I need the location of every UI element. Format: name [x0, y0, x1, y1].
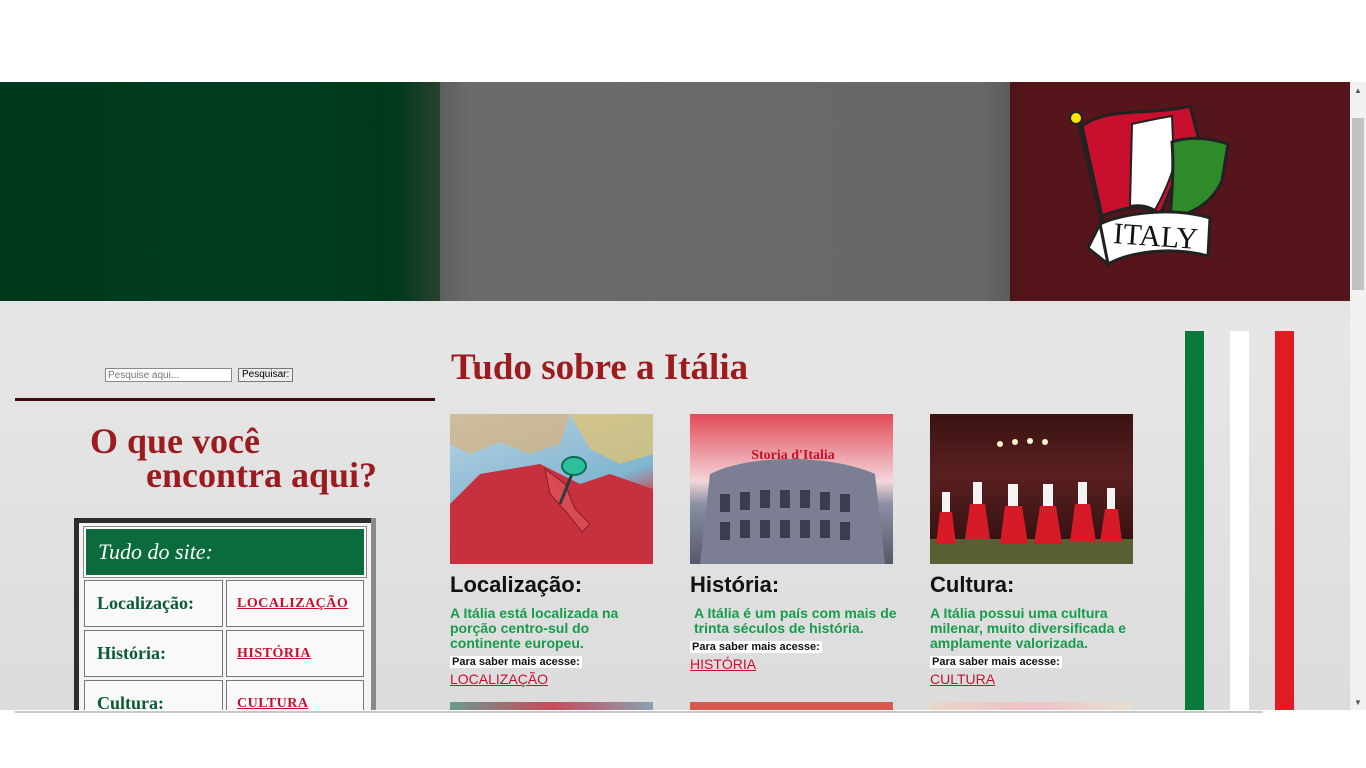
site-index-title: Tudo do site: — [83, 526, 367, 578]
card-description: A Itália possui uma cultura milenar, mui… — [930, 605, 1127, 651]
flag-stripe-green — [1185, 331, 1204, 710]
row-label-localizacao: Localização: — [84, 580, 223, 627]
card-description: A Itália é um país com mais de trinta sé… — [694, 605, 897, 636]
page-viewport: ITALY Pesquisar: O que você encontra aqu… — [0, 82, 1350, 710]
sidebar-heading: O que você encontra aqui? — [90, 423, 378, 495]
card-title: Localização: — [450, 572, 583, 597]
card-title: História: — [690, 572, 780, 597]
search-button[interactable]: Pesquisar: — [238, 368, 294, 382]
banner-gray-panel — [440, 82, 1010, 301]
dancers-image[interactable] — [930, 414, 1133, 564]
scroll-thumb[interactable] — [1352, 118, 1364, 290]
colosseum-image[interactable]: Storia d'Italia — [690, 414, 893, 564]
vertical-scrollbar[interactable]: ▲ ▼ — [1350, 82, 1366, 710]
card-title: Cultura: — [930, 572, 1015, 597]
row-label-cultura: Cultura: — [84, 680, 223, 710]
row-label-historia: História: — [84, 630, 223, 677]
card-link-localizacao[interactable]: LOCALIZAÇÃO — [450, 671, 660, 687]
link-localizacao[interactable]: LOCALIZAÇÃO — [226, 580, 364, 627]
divider — [15, 711, 1263, 713]
card-image-partial — [450, 702, 653, 710]
italy-flag-logo: ITALY — [1069, 104, 1230, 268]
card-image-partial — [930, 702, 1133, 710]
divider — [15, 398, 435, 401]
more-label: Para saber mais acesse: — [930, 656, 1062, 668]
card-cultura: Cultura: A Itália possui uma cultura mil… — [930, 414, 1140, 687]
search-bar: Pesquisar: — [105, 368, 294, 382]
card-historia: Storia d'Italia História: A Itália é um … — [690, 414, 900, 672]
banner-green-panel — [0, 82, 440, 301]
banner-red-panel: ITALY — [1010, 82, 1350, 301]
card-link-historia[interactable]: HISTÓRIA — [690, 656, 900, 672]
card-description: A Itália está localizada na porção centr… — [450, 605, 619, 651]
flag-stripe-red — [1275, 331, 1294, 710]
table-row: História: HISTÓRIA — [84, 630, 366, 677]
site-index-table: Tudo do site: Localização: LOCALIZAÇÃO H… — [74, 518, 376, 710]
scroll-up-arrow-icon[interactable]: ▲ — [1350, 82, 1366, 98]
logo-text: ITALY — [1112, 217, 1199, 256]
flag-stripe-white — [1230, 331, 1249, 710]
card-link-cultura[interactable]: CULTURA — [930, 671, 1140, 687]
card-localizacao: Localização: A Itália está localizada na… — [450, 414, 660, 687]
scroll-down-arrow-icon[interactable]: ▼ — [1350, 694, 1366, 710]
link-historia[interactable]: HISTÓRIA — [226, 630, 364, 677]
page-title: Tudo sobre a Itália — [451, 347, 749, 388]
card-image-partial — [690, 702, 893, 710]
sidebar-heading-line2: encontra aqui? — [146, 455, 378, 495]
header-banner: ITALY — [0, 82, 1350, 301]
table-row: Localização: LOCALIZAÇÃO — [84, 580, 366, 627]
link-cultura[interactable]: CULTURA — [226, 680, 364, 710]
image-caption: Storia d'Italia — [751, 448, 835, 463]
more-label: Para saber mais acesse: — [690, 641, 822, 653]
table-row: Cultura: CULTURA — [84, 680, 366, 710]
more-label: Para saber mais acesse: — [450, 656, 582, 668]
map-image[interactable] — [450, 414, 653, 564]
search-input[interactable] — [105, 368, 232, 382]
